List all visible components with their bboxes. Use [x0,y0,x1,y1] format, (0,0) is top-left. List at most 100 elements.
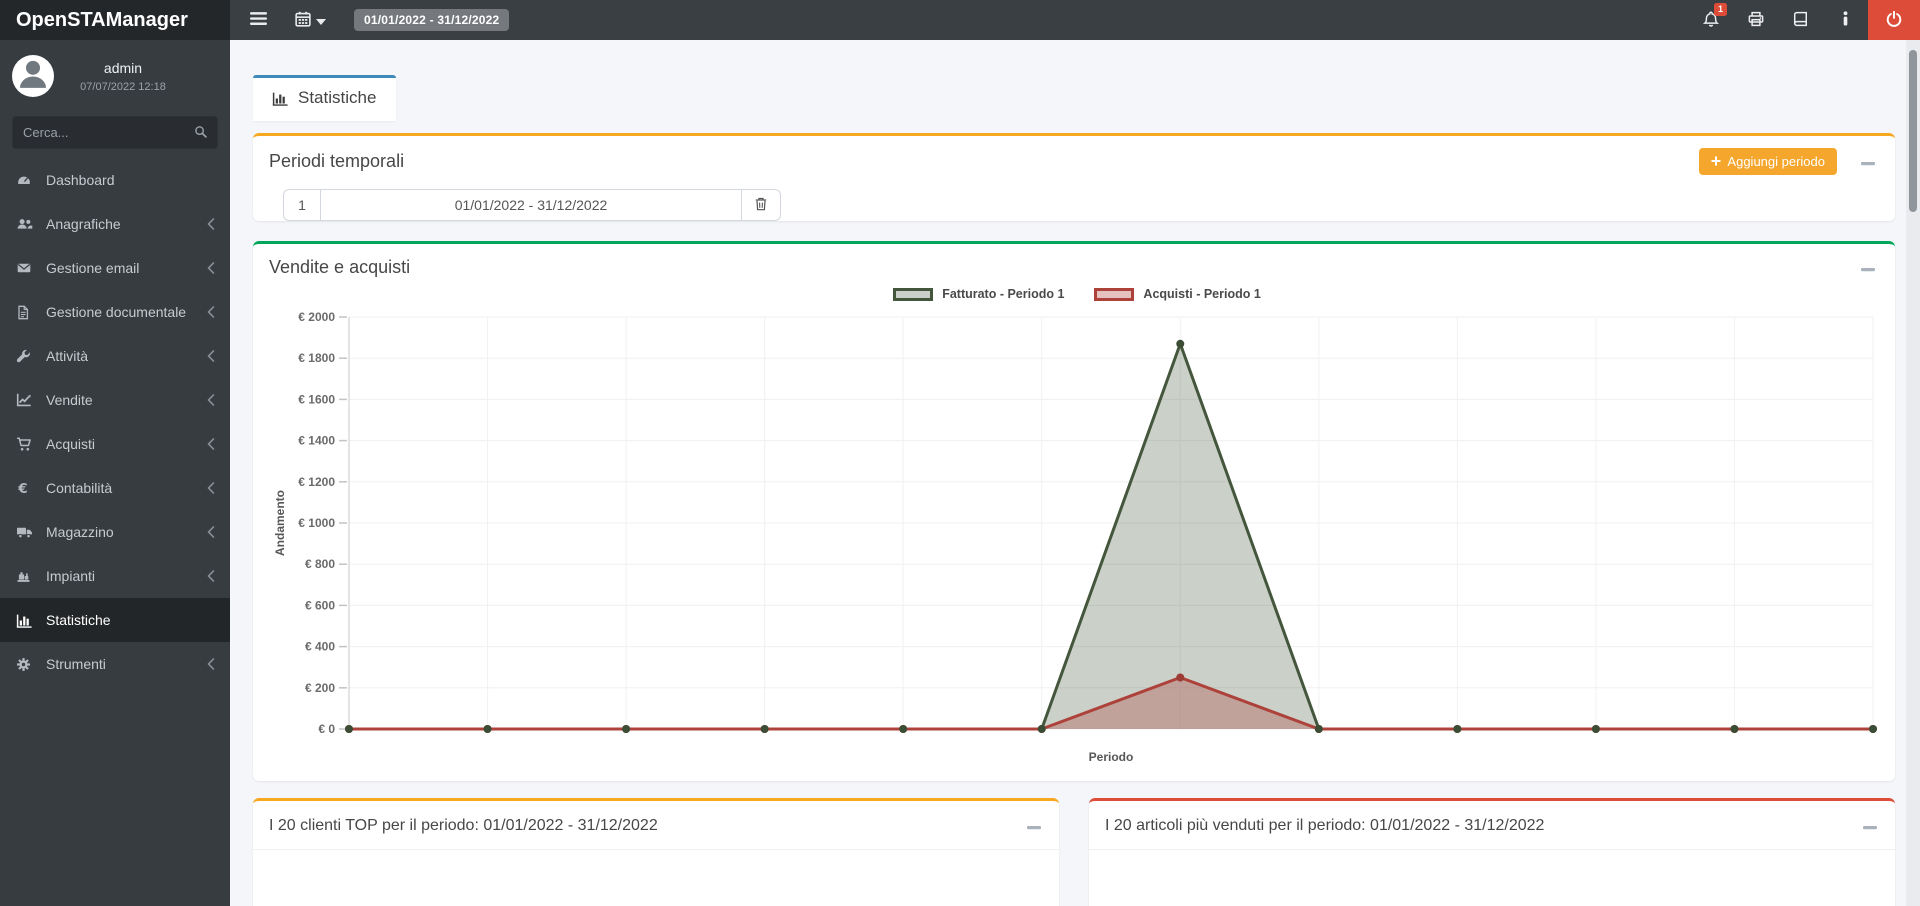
calendar-icon [295,11,311,30]
print-button[interactable] [1733,0,1778,40]
period-picker-button[interactable] [289,0,332,40]
collapse-panel-button[interactable] [1025,814,1043,837]
collapse-chart-button[interactable] [1859,256,1877,279]
notifications-button[interactable]: 1 [1688,0,1733,40]
chart-legend: Fatturato - Periodo 1 Acquisti - Periodo… [269,287,1885,301]
minus-icon [1027,818,1041,833]
search-input[interactable] [13,125,190,140]
machine-icon [16,569,37,583]
sidebar-item-label: Dashboard [46,172,215,188]
logout-button[interactable] [1868,0,1920,40]
delete-period-button[interactable] [742,189,781,221]
add-period-label: Aggiungi periodo [1727,154,1825,169]
chevron-left-icon [207,394,215,406]
envelope-icon [16,261,37,275]
sidebar-item-magazzino[interactable]: Magazzino [0,510,230,554]
chart-plot: € 0€ 200€ 400€ 600€ 800€ 1000€ 1200€ 140… [269,305,1885,771]
sales-purchases-header: Vendite e acquisti [253,244,1895,287]
sidebar-item-vendite[interactable]: Vendite [0,378,230,422]
caret-down-icon [316,13,326,28]
svg-text:Periodo: Periodo [1089,750,1134,764]
sidebar-item-label: Gestione documentale [46,304,203,320]
period-range-input[interactable] [320,189,742,221]
hamburger-icon [250,11,267,29]
main-content: Statistiche Periodi temporali Aggiungi p… [230,40,1920,906]
euro-icon: € [16,481,37,496]
printer-icon [1748,11,1764,30]
sidebar-search [12,116,218,149]
sidebar-item-gestione-email[interactable]: Gestione email [0,246,230,290]
legend-swatch [1094,288,1134,301]
legend-label: Fatturato - Periodo 1 [942,287,1064,301]
legend-swatch [893,288,933,301]
periods-panel-header: Periodi temporali Aggiungi periodo [253,136,1895,183]
periods-panel: Periodi temporali Aggiungi periodo 1 [253,133,1895,221]
sidebar-item-dashboard[interactable]: Dashboard [0,158,230,202]
sidebar-item-impianti[interactable]: Impianti [0,554,230,598]
period-row: 1 [283,189,781,221]
svg-text:€ 1000: € 1000 [298,516,335,530]
panel-top-clients: I 20 clienti TOP per il periodo: 01/01/2… [253,798,1059,906]
collapse-periods-button[interactable] [1859,150,1877,173]
info-button[interactable] [1823,0,1868,40]
legend-item[interactable]: Acquisti - Periodo 1 [1094,287,1260,301]
minus-icon [1861,260,1875,275]
dashboard-icon [16,173,37,187]
sidebar-item-contabilita[interactable]: € Contabilità [0,466,230,510]
users-icon [16,217,37,231]
bottom-panel-title: I 20 clienti TOP per il periodo: 01/01/2… [269,817,1025,835]
app-logo[interactable]: OpenSTAManager [0,0,230,40]
tab-bar: Statistiche [253,75,1895,121]
sidebar-item-label: Gestione email [46,260,203,276]
user-info: admin 07/07/2022 12:18 [54,60,218,93]
svg-text:€ 200: € 200 [305,681,335,695]
sidebar-item-attivita[interactable]: Attività [0,334,230,378]
sidebar-item-label: Impianti [46,568,203,584]
chevron-left-icon [207,218,215,230]
svg-text:€ 600: € 600 [305,598,335,612]
wrench-icon [16,349,37,364]
search-button[interactable] [190,125,217,141]
sales-purchases-panel: Vendite e acquisti Fatturato - Periodo 1… [253,241,1895,781]
sidebar-item-label: Acquisti [46,436,203,452]
sidebar-item-gestione-documentale[interactable]: Gestione documentale [0,290,230,334]
svg-text:€ 1800: € 1800 [298,351,335,365]
user-panel[interactable]: admin 07/07/2022 12:18 [0,40,230,103]
period-index: 1 [283,189,320,221]
period-range-chip: 01/01/2022 - 31/12/2022 [354,9,509,31]
sidebar-toggle-button[interactable] [244,0,273,40]
navbar-right: 1 [1688,0,1920,40]
bottom-panel-header: I 20 clienti TOP per il periodo: 01/01/2… [253,801,1059,850]
notification-badge: 1 [1714,3,1727,16]
trash-icon [755,197,767,214]
page-scrollbar-track[interactable] [1906,40,1920,906]
svg-text:€ 1600: € 1600 [298,392,335,406]
sidebar-item-statistiche[interactable]: Statistiche [0,598,230,642]
docs-button[interactable] [1778,0,1823,40]
avatar [12,55,54,97]
add-period-button[interactable]: Aggiungi periodo [1699,148,1837,175]
sidebar-item-acquisti[interactable]: Acquisti [0,422,230,466]
sidebar-item-anagrafiche[interactable]: Anagrafiche [0,202,230,246]
page-scrollbar-thumb[interactable] [1909,50,1917,212]
plus-icon [1711,154,1721,169]
info-icon [1842,11,1849,29]
login-datetime: 07/07/2022 12:18 [54,81,192,93]
panel-top-articles: I 20 articoli più venduti per il periodo… [1089,798,1895,906]
sidebar-item-label: Strumenti [46,656,203,672]
chevron-left-icon [207,570,215,582]
sidebar-item-label: Magazzino [46,524,203,540]
sales-purchases-title: Vendite e acquisti [269,257,1859,278]
collapse-panel-button[interactable] [1861,814,1879,837]
sidebar: admin 07/07/2022 12:18 Dashboard Anagraf… [0,40,230,906]
minus-icon [1863,818,1877,833]
sidebar-item-strumenti[interactable]: Strumenti [0,642,230,686]
legend-item[interactable]: Fatturato - Periodo 1 [893,287,1064,301]
sidebar-item-label: Anagrafiche [46,216,203,232]
truck-icon [16,525,37,539]
chevron-left-icon [207,262,215,274]
sidebar-item-label: Contabilità [46,480,203,496]
svg-text:€ 800: € 800 [305,557,335,571]
tab-statistiche[interactable]: Statistiche [253,75,396,121]
minus-icon [1861,154,1875,169]
